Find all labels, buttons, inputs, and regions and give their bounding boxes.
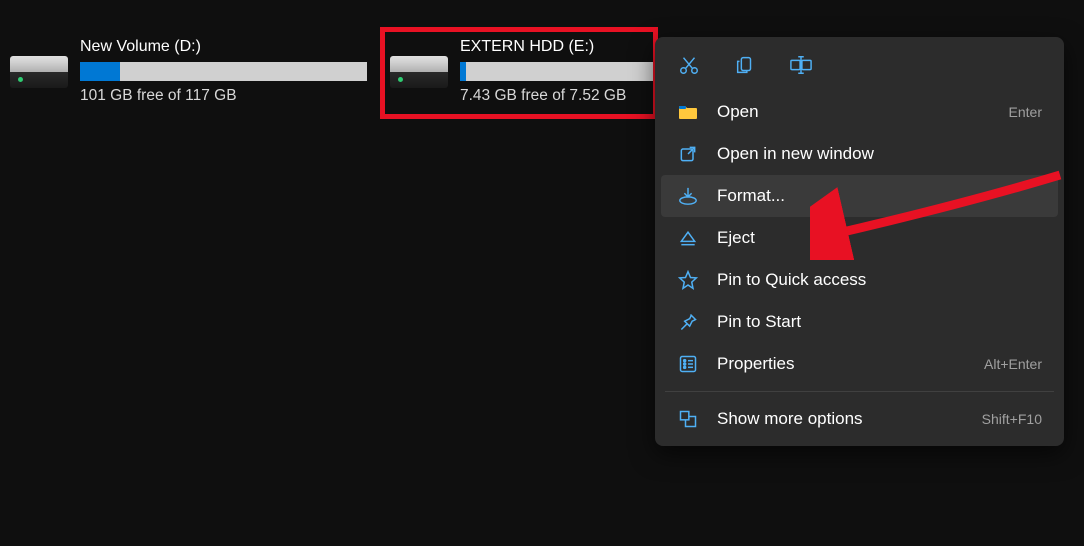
menu-item-pin-quick-access[interactable]: Pin to Quick access (661, 259, 1058, 301)
menu-label: Pin to Start (717, 312, 1042, 332)
menu-item-show-more[interactable]: Show more options Shift+F10 (661, 398, 1058, 440)
storage-bar (80, 62, 367, 81)
folder-icon (677, 101, 699, 123)
rename-icon[interactable] (789, 53, 813, 77)
menu-shortcut: Alt+Enter (984, 356, 1042, 372)
menu-item-open[interactable]: Open Enter (661, 91, 1058, 133)
star-icon (677, 269, 699, 291)
menu-label: Eject (717, 228, 1042, 248)
eject-icon (677, 227, 699, 249)
menu-separator (665, 391, 1054, 392)
menu-label: Open in new window (717, 144, 1042, 164)
menu-label: Open (717, 102, 991, 122)
show-more-icon (677, 408, 699, 430)
drive-name: New Volume (D:) (80, 38, 370, 56)
menu-item-properties[interactable]: Properties Alt+Enter (661, 343, 1058, 385)
menu-label: Pin to Quick access (717, 270, 1042, 290)
properties-icon (677, 353, 699, 375)
menu-label: Format... (717, 186, 1042, 206)
menu-item-pin-start[interactable]: Pin to Start (661, 301, 1058, 343)
format-icon (677, 185, 699, 207)
cut-icon[interactable] (677, 53, 701, 77)
context-menu: Open Enter Open in new window Format... … (655, 37, 1064, 446)
menu-item-format[interactable]: Format... (661, 175, 1058, 217)
menu-item-open-new-window[interactable]: Open in new window (661, 133, 1058, 175)
drive-stats: 101 GB free of 117 GB (80, 87, 370, 105)
menu-item-eject[interactable]: Eject (661, 217, 1058, 259)
context-menu-toolbar (661, 43, 1058, 91)
drive-icon (390, 56, 448, 98)
menu-shortcut: Enter (1009, 104, 1042, 120)
menu-label: Properties (717, 354, 966, 374)
drive-icon (10, 56, 68, 98)
menu-label: Show more options (717, 409, 964, 429)
open-external-icon (677, 143, 699, 165)
copy-icon[interactable] (733, 53, 757, 77)
menu-shortcut: Shift+F10 (982, 411, 1042, 427)
pin-icon (677, 311, 699, 333)
drive-item-d[interactable]: New Volume (D:) 101 GB free of 117 GB (10, 38, 370, 105)
